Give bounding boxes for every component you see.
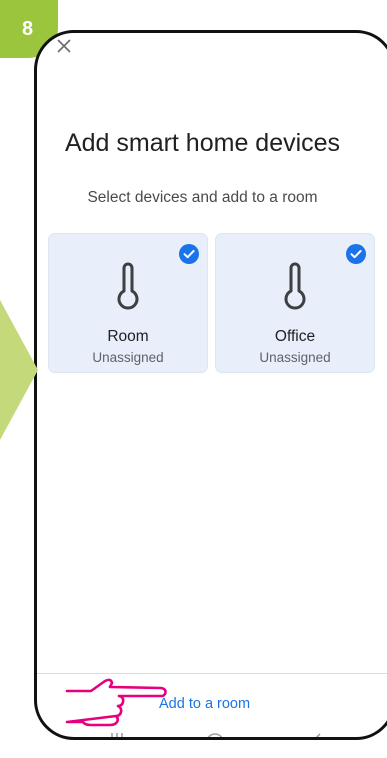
- bottom-divider: [37, 673, 387, 674]
- check-circle-icon[interactable]: [345, 243, 367, 265]
- device-status: Unassigned: [92, 350, 164, 365]
- back-icon[interactable]: [307, 729, 327, 740]
- close-icon[interactable]: [53, 35, 75, 57]
- device-card-room[interactable]: Room Unassigned: [48, 233, 208, 373]
- recent-apps-icon[interactable]: [107, 729, 127, 740]
- page-subtitle: Select devices and add to a room: [87, 189, 318, 206]
- page-title: Add smart home devices: [64, 129, 341, 157]
- hand-pointer-icon: [65, 678, 167, 727]
- phone-frame: Add smart home devices Select devices an…: [34, 30, 387, 740]
- home-icon[interactable]: [203, 729, 227, 740]
- add-to-room-button[interactable]: Add to a room: [159, 696, 250, 712]
- thermometer-icon: [117, 262, 139, 310]
- check-circle-icon[interactable]: [178, 243, 200, 265]
- side-arrow-icon: [0, 300, 38, 440]
- device-status: Unassigned: [259, 350, 331, 365]
- step-number: 8: [22, 18, 34, 40]
- thermometer-icon: [284, 262, 306, 310]
- device-name: Room: [107, 328, 149, 345]
- device-card-office[interactable]: Office Unassigned: [215, 233, 375, 373]
- device-name: Office: [274, 328, 316, 345]
